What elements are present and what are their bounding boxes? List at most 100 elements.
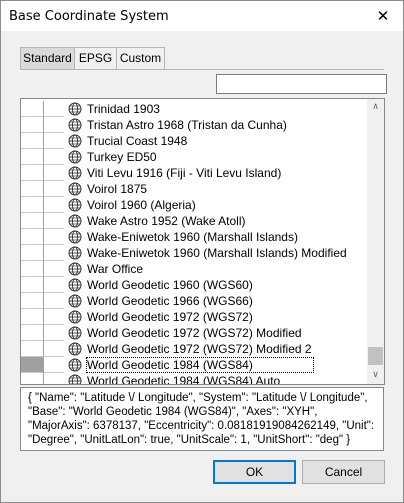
list-item-label: World Geodetic 1966 (WGS66) — [87, 294, 253, 308]
row-spacer-cell — [44, 101, 64, 117]
row-spacer-cell — [44, 229, 64, 245]
ok-button[interactable]: OK — [213, 460, 296, 484]
row-header-cell[interactable] — [21, 309, 44, 325]
list-item-label: Wake-Eniwetok 1960 (Marshall Islands) — [87, 230, 298, 244]
list-item[interactable]: World Geodetic 1984 (WGS84) — [21, 357, 366, 373]
row-header-cell[interactable] — [21, 181, 44, 197]
row-header-cell[interactable] — [21, 357, 44, 373]
list-item-label: World Geodetic 1984 (WGS84) — [86, 357, 314, 373]
globe-icon — [68, 214, 82, 228]
window-title: Base Coordinate System — [9, 9, 169, 24]
row-spacer-cell — [44, 261, 64, 277]
details-text: { "Name": "Latitude \/ Longitude", "Syst… — [20, 387, 384, 451]
row-header-cell[interactable] — [21, 165, 44, 181]
scroll-up-icon[interactable]: ∧ — [367, 99, 384, 116]
globe-icon — [68, 134, 82, 148]
cancel-button[interactable]: Cancel — [302, 460, 385, 484]
list-item-label: Voirol 1875 — [87, 182, 148, 196]
row-spacer-cell — [44, 245, 64, 261]
list-item[interactable]: Voirol 1960 (Algeria) — [21, 197, 366, 213]
list-item[interactable]: Tristan Astro 1968 (Tristan da Cunha) — [21, 117, 366, 133]
row-spacer-cell — [44, 373, 64, 384]
tab-standard[interactable]: Standard — [20, 47, 75, 69]
list-item-label: Wake Astro 1952 (Wake Atoll) — [87, 214, 246, 228]
list-item[interactable]: Wake Astro 1952 (Wake Atoll) — [21, 213, 366, 229]
row-header-cell[interactable] — [21, 149, 44, 165]
row-header-cell[interactable] — [21, 373, 44, 384]
list-item[interactable]: World Geodetic 1972 (WGS72) Modified — [21, 325, 366, 341]
list-item[interactable]: World Geodetic 1972 (WGS72) Modified 2 — [21, 341, 366, 357]
list-item-label: Voirol 1960 (Algeria) — [87, 198, 196, 212]
list-item-label: Trinidad 1903 — [87, 102, 160, 116]
globe-icon — [68, 262, 82, 276]
vertical-scrollbar[interactable]: ∧ ∨ — [367, 99, 384, 384]
row-spacer-cell — [44, 341, 64, 357]
list-item[interactable]: World Geodetic 1960 (WGS60) — [21, 277, 366, 293]
tab-custom[interactable]: Custom — [116, 47, 165, 69]
search-input[interactable] — [216, 74, 387, 94]
title-bar: Base Coordinate System ✕ — [1, 1, 403, 31]
globe-icon — [68, 118, 82, 132]
row-header-cell[interactable] — [21, 293, 44, 309]
list-item[interactable]: Viti Levu 1916 (Fiji - Viti Levu Island) — [21, 165, 366, 181]
close-icon[interactable]: ✕ — [363, 1, 403, 31]
coordinate-system-list[interactable]: Trinidad 1903 Tristan Astro 1968 (Tristan… — [20, 98, 385, 385]
row-spacer-cell — [44, 197, 64, 213]
list-item[interactable]: War Office — [21, 261, 366, 277]
list-item-label: World Geodetic 1972 (WGS72) Modified 2 — [87, 342, 312, 356]
globe-icon — [68, 294, 82, 308]
row-header-cell[interactable] — [21, 213, 44, 229]
list-item-label: World Geodetic 1960 (WGS60) — [87, 278, 253, 292]
row-header-cell[interactable] — [21, 325, 44, 341]
row-header-cell[interactable] — [21, 277, 44, 293]
row-header-cell[interactable] — [21, 229, 44, 245]
list-item-label: War Office — [87, 262, 144, 276]
globe-icon — [68, 230, 82, 244]
list-item[interactable]: Turkey ED50 — [21, 149, 366, 165]
globe-icon — [68, 166, 82, 180]
list-rows: Trinidad 1903 Tristan Astro 1968 (Tristan… — [21, 101, 366, 385]
row-spacer-cell — [44, 165, 64, 181]
row-spacer-cell — [44, 117, 64, 133]
row-header-cell[interactable] — [21, 245, 44, 261]
scroll-thumb[interactable] — [368, 347, 383, 365]
row-spacer-cell — [44, 293, 64, 309]
row-spacer-cell — [44, 213, 64, 229]
list-item[interactable]: Wake-Eniwetok 1960 (Marshall Islands) — [21, 229, 366, 245]
row-header-cell[interactable] — [21, 341, 44, 357]
row-spacer-cell — [44, 357, 64, 373]
list-item[interactable]: Trinidad 1903 — [21, 101, 366, 117]
list-item[interactable]: World Geodetic 1972 (WGS72) — [21, 309, 366, 325]
list-item[interactable]: World Geodetic 1984 (WGS84) Auto — [21, 373, 366, 385]
list-item-label: Trucial Coast 1948 — [87, 134, 188, 148]
row-header-cell[interactable] — [21, 101, 44, 117]
globe-icon — [68, 182, 82, 196]
row-header-cell[interactable] — [21, 197, 44, 213]
list-item-label: World Geodetic 1984 (WGS84) Auto — [87, 374, 281, 385]
row-header-cell[interactable] — [21, 261, 44, 277]
row-spacer-cell — [44, 181, 64, 197]
tab-epsg[interactable]: EPSG — [74, 47, 117, 69]
globe-icon — [68, 358, 82, 372]
list-item-label: Turkey ED50 — [87, 150, 157, 164]
list-item[interactable]: Wake-Eniwetok 1960 (Marshall Islands) Mo… — [21, 245, 366, 261]
list-item-label: Viti Levu 1916 (Fiji - Viti Levu Island) — [87, 166, 282, 180]
row-spacer-cell — [44, 133, 64, 149]
list-item-label: World Geodetic 1972 (WGS72) — [87, 310, 253, 324]
row-header-cell[interactable] — [21, 133, 44, 149]
list-item[interactable]: Trucial Coast 1948 — [21, 133, 366, 149]
globe-icon — [68, 102, 82, 116]
list-item[interactable]: World Geodetic 1966 (WGS66) — [21, 293, 366, 309]
scroll-down-icon[interactable]: ∨ — [367, 367, 384, 384]
list-item-label: Wake-Eniwetok 1960 (Marshall Islands) Mo… — [87, 246, 347, 260]
globe-icon — [68, 246, 82, 260]
row-header-cell[interactable] — [21, 117, 44, 133]
globe-icon — [68, 278, 82, 292]
row-spacer-cell — [44, 325, 64, 341]
globe-icon — [68, 374, 82, 384]
globe-icon — [68, 342, 82, 356]
list-item[interactable]: Voirol 1875 — [21, 181, 366, 197]
row-spacer-cell — [44, 149, 64, 165]
globe-icon — [68, 150, 82, 164]
row-spacer-cell — [44, 277, 64, 293]
